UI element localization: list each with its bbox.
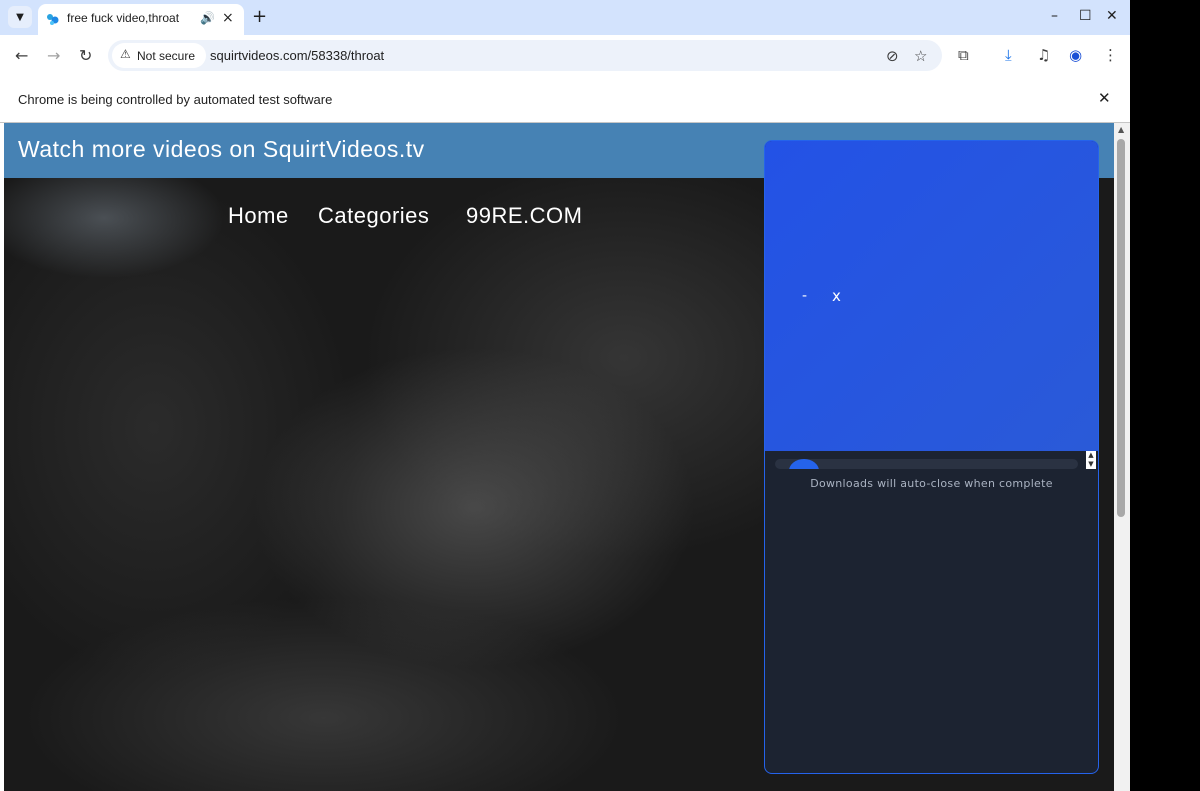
nav-link-home[interactable]: Home (228, 203, 289, 229)
popup-scroll-arrows-icon[interactable]: ▲ ▼ (1086, 451, 1096, 469)
forward-button[interactable]: → (47, 46, 60, 65)
scrollbar-thumb[interactable] (1117, 139, 1125, 517)
infobar-close-button[interactable]: ✕ (1098, 89, 1111, 107)
page-scrollbar[interactable]: ▲ (1114, 123, 1130, 791)
scroll-up-icon[interactable]: ▲ (1118, 125, 1124, 134)
media-control-icon[interactable]: ♫ (1037, 46, 1050, 64)
download-popup: - x ▲ ▼ Downloads will auto-close when co… (764, 140, 1099, 774)
address-bar[interactable]: ⚠ Not secure squirtvideos.com/58338/thro… (108, 40, 942, 71)
auto-close-note: Downloads will auto-close when complete (810, 477, 1053, 490)
new-tab-button[interactable]: + (252, 6, 267, 27)
download-icon[interactable]: ⤓ (1005, 46, 1012, 64)
progress-knob (789, 459, 819, 469)
nav-link-99re[interactable]: 99RE.COM (466, 203, 582, 229)
nav-link-categories[interactable]: Categories (318, 203, 429, 229)
profile-avatar-icon[interactable]: ◉ (1069, 46, 1082, 64)
popup-ad-area[interactable]: - x (765, 141, 1098, 451)
bookmark-star-icon[interactable]: ☆ (914, 47, 927, 65)
extensions-puzzle-icon[interactable]: ⧉ (958, 46, 969, 64)
maximize-window-button[interactable]: ☐ (1079, 8, 1092, 24)
tab-title: free fuck video,throat (67, 11, 180, 25)
popup-minimize-button[interactable]: - (802, 288, 807, 304)
popup-close-button[interactable]: x (832, 287, 841, 305)
automation-infobar: Chrome is being controlled by automated … (0, 77, 1130, 123)
tab-strip: ▼ free fuck video,throat 🔊 × + – ☐ ✕ (0, 0, 1130, 35)
tab-search-button[interactable]: ▼ (8, 6, 32, 28)
browser-window: ▼ free fuck video,throat 🔊 × + – ☐ ✕ ← →… (0, 0, 1130, 791)
tab-close-button[interactable]: × (222, 10, 234, 26)
audio-playing-icon[interactable]: 🔊 (200, 11, 215, 25)
tab-active[interactable]: free fuck video,throat 🔊 × (38, 4, 244, 35)
reload-button[interactable]: ↻ (79, 46, 92, 65)
kebab-menu-icon[interactable]: ⋮ (1103, 46, 1118, 64)
site-favicon-icon (47, 14, 59, 25)
warning-icon: ⚠ (120, 47, 131, 61)
back-button[interactable]: ← (15, 46, 28, 65)
eye-off-icon[interactable]: ⊘ (886, 47, 899, 65)
site-info-chip[interactable]: ⚠ Not secure (112, 43, 206, 68)
browser-toolbar: ← → ↻ ⚠ Not secure squirtvideos.com/5833… (0, 35, 1130, 77)
not-secure-label: Not secure (137, 49, 196, 63)
download-progress-bar (775, 459, 1078, 469)
minimize-window-button[interactable]: – (1051, 8, 1058, 24)
url-text[interactable]: squirtvideos.com/58338/throat (210, 48, 384, 63)
infobar-message: Chrome is being controlled by automated … (18, 92, 333, 107)
banner-text[interactable]: Watch more videos on SquirtVideos.tv (18, 136, 425, 163)
close-window-button[interactable]: ✕ (1106, 8, 1118, 24)
